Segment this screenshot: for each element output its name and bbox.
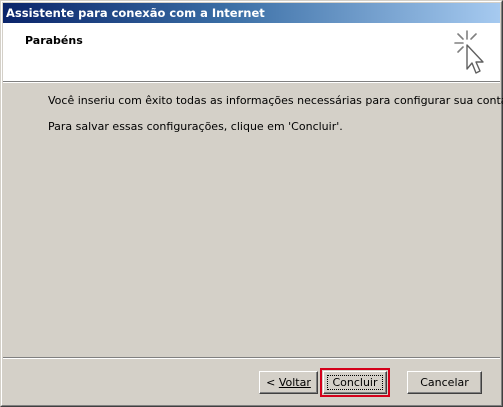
- success-message: Você inseriu com êxito todas as informaç…: [48, 94, 503, 107]
- back-button[interactable]: < Voltar: [259, 371, 318, 394]
- instruction-message: Para salvar essas configurações, clique …: [48, 120, 343, 133]
- wizard-body: Você inseriu com êxito todas as informaç…: [48, 94, 503, 146]
- cancel-button-label: Cancelar: [420, 376, 469, 389]
- back-arrow: <: [266, 376, 279, 389]
- header-divider: [3, 81, 500, 83]
- page-title: Parabéns: [25, 34, 83, 47]
- back-button-label: Voltar: [278, 376, 311, 389]
- finish-button-label: Concluir: [332, 376, 378, 389]
- footer-divider: [3, 357, 500, 359]
- finish-button[interactable]: Concluir: [320, 368, 390, 397]
- title-bar[interactable]: Assistente para conexão com a Internet: [3, 3, 500, 23]
- wizard-dialog: Assistente para conexão com a Internet P…: [0, 0, 503, 407]
- window-title: Assistente para conexão com a Internet: [6, 6, 265, 20]
- wizard-cursor-sparkle-icon: [454, 30, 484, 74]
- wizard-header: Parabéns: [3, 23, 500, 81]
- cancel-button[interactable]: Cancelar: [407, 371, 482, 394]
